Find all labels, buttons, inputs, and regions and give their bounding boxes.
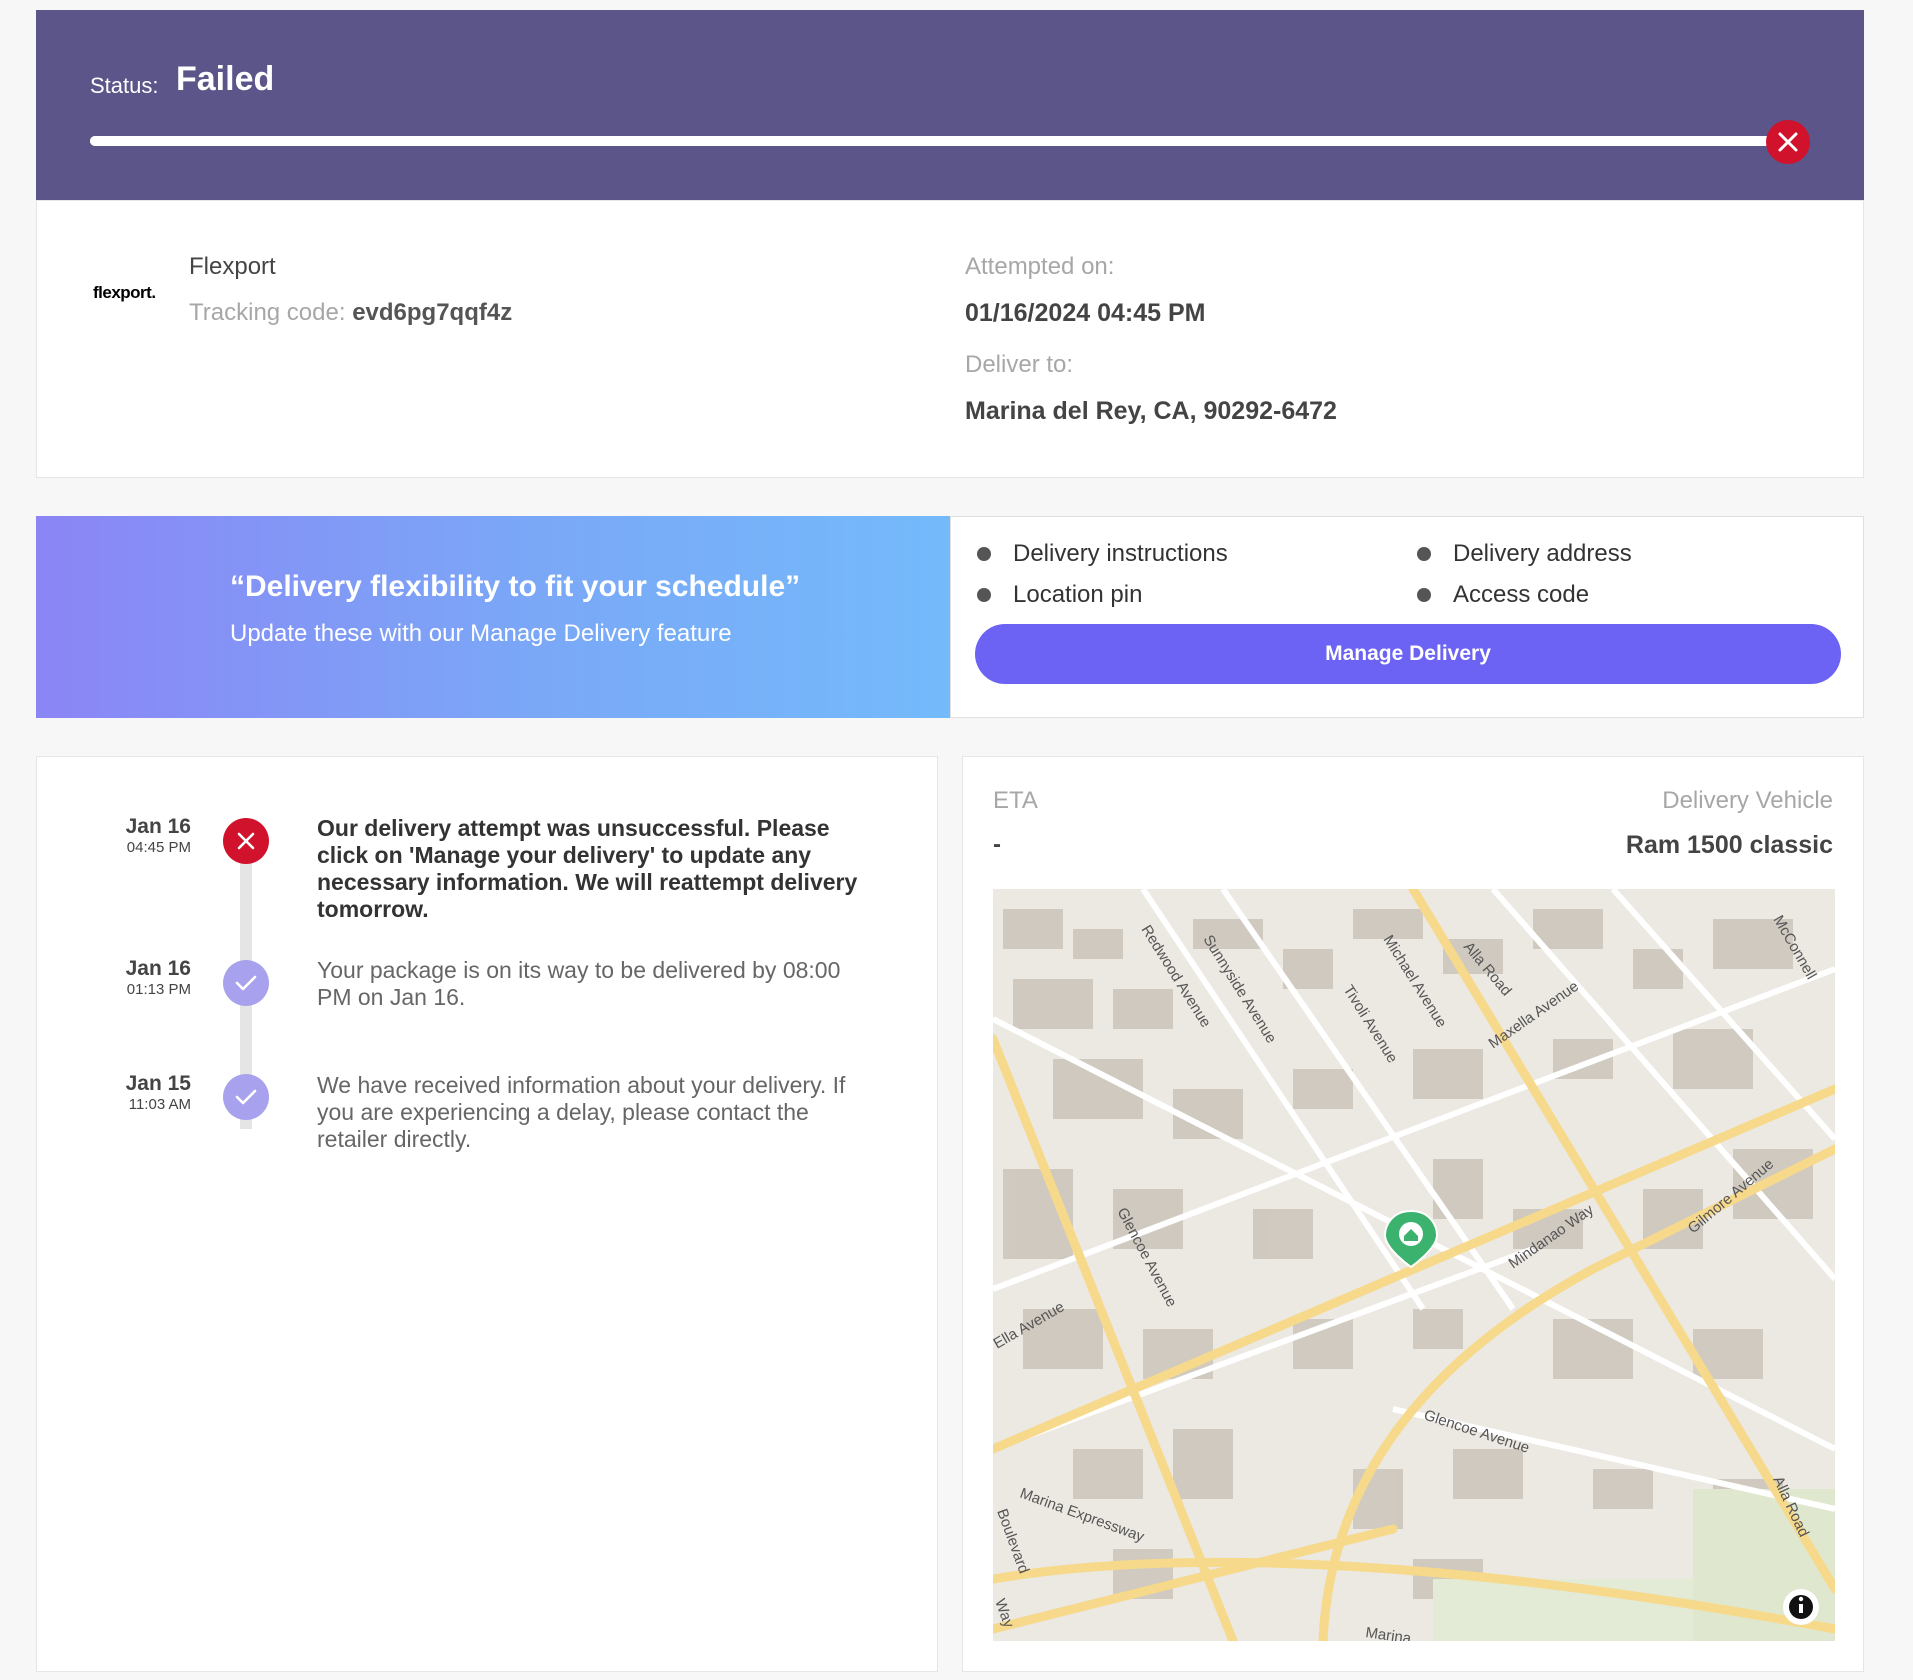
- feature-label: Delivery address: [1453, 540, 1632, 567]
- bullet-icon: [1417, 588, 1431, 602]
- bullet-icon: [977, 547, 991, 561]
- vehicle-label: Delivery Vehicle: [1662, 787, 1833, 814]
- attempted-label: Attempted on:: [965, 253, 1115, 280]
- timeline-entry-datetime: Jan 16 04:45 PM: [73, 815, 191, 856]
- attempted-value: 01/16/2024 04:45 PM: [965, 299, 1206, 327]
- promo-banner: “Delivery flexibility to fit your schedu…: [36, 516, 950, 718]
- feature-label: Access code: [1453, 581, 1590, 608]
- timeline-card: Jan 16 04:45 PM Our delivery attempt was…: [36, 756, 938, 1672]
- feature-item: Location pin: [977, 581, 1142, 609]
- carrier-logo: flexport.: [93, 283, 156, 302]
- bullet-icon: [977, 588, 991, 602]
- progress-bar: [90, 136, 1800, 146]
- progress-fill: [90, 136, 1800, 146]
- timeline-time: 11:03 AM: [128, 1096, 191, 1113]
- vehicle-value: Ram 1500 classic: [1625, 831, 1833, 859]
- deliver-to-value: Marina del Rey, CA, 90292-6472: [965, 397, 1337, 425]
- deliver-to-label: Deliver to:: [965, 351, 1074, 378]
- carrier-name: Flexport: [189, 253, 276, 280]
- bullet-icon: [1417, 547, 1431, 561]
- timeline-message: We have received information about your …: [317, 1072, 846, 1152]
- timeline-date: Jan 16: [125, 957, 191, 980]
- status-label: Status:: [90, 73, 159, 98]
- check-icon: [223, 1074, 269, 1120]
- tracking-code[interactable]: evd6pg7qqf4z: [352, 299, 512, 326]
- tracking-row: Tracking code: evd6pg7qqf4z: [189, 299, 512, 327]
- info-icon[interactable]: [1783, 1589, 1819, 1625]
- manage-delivery-button[interactable]: Manage Delivery: [975, 624, 1841, 684]
- promo-quote: “Delivery flexibility to fit your schedu…: [230, 570, 801, 603]
- timeline-entry-datetime: Jan 16 01:13 PM: [73, 957, 191, 998]
- feature-item: Delivery instructions: [977, 540, 1228, 568]
- feature-label: Delivery instructions: [1013, 540, 1228, 567]
- manage-delivery-card: Delivery instructions Delivery address L…: [950, 516, 1864, 718]
- map-card: ETA - Delivery Vehicle Ram 1500 classic: [962, 756, 1864, 1672]
- promo-subtitle: Update these with our Manage Delivery fe…: [230, 620, 732, 647]
- eta-value: -: [993, 831, 1001, 858]
- timeline-message: Our delivery attempt was unsuccessful. P…: [317, 815, 858, 922]
- check-icon: [223, 960, 269, 1006]
- timeline-time: 04:45 PM: [126, 839, 191, 856]
- feature-item: Access code: [1417, 581, 1589, 609]
- feature-label: Location pin: [1013, 581, 1143, 608]
- status-header: Status: Failed: [36, 10, 1864, 200]
- failed-close-icon: [1766, 120, 1810, 164]
- tracking-label: Tracking code:: [189, 299, 346, 326]
- timeline-message: Your package is on its way to be deliver…: [317, 957, 841, 1010]
- feature-item: Delivery address: [1417, 540, 1632, 568]
- map-canvas[interactable]: Redwood Avenue Sunnyside Avenue Michael …: [993, 889, 1835, 1641]
- failed-x-icon: [223, 818, 269, 864]
- timeline-time: 01:13 PM: [126, 981, 191, 998]
- delivery-map[interactable]: Redwood Avenue Sunnyside Avenue Michael …: [993, 889, 1835, 1641]
- timeline-date: Jan 15: [125, 1072, 191, 1095]
- timeline-date: Jan 16: [125, 815, 191, 838]
- timeline-entry-datetime: Jan 15 11:03 AM: [73, 1072, 191, 1113]
- status-value: Failed: [176, 60, 275, 98]
- eta-label: ETA: [993, 787, 1038, 814]
- shipment-info-card: flexport. Flexport Tracking code: evd6pg…: [36, 200, 1864, 478]
